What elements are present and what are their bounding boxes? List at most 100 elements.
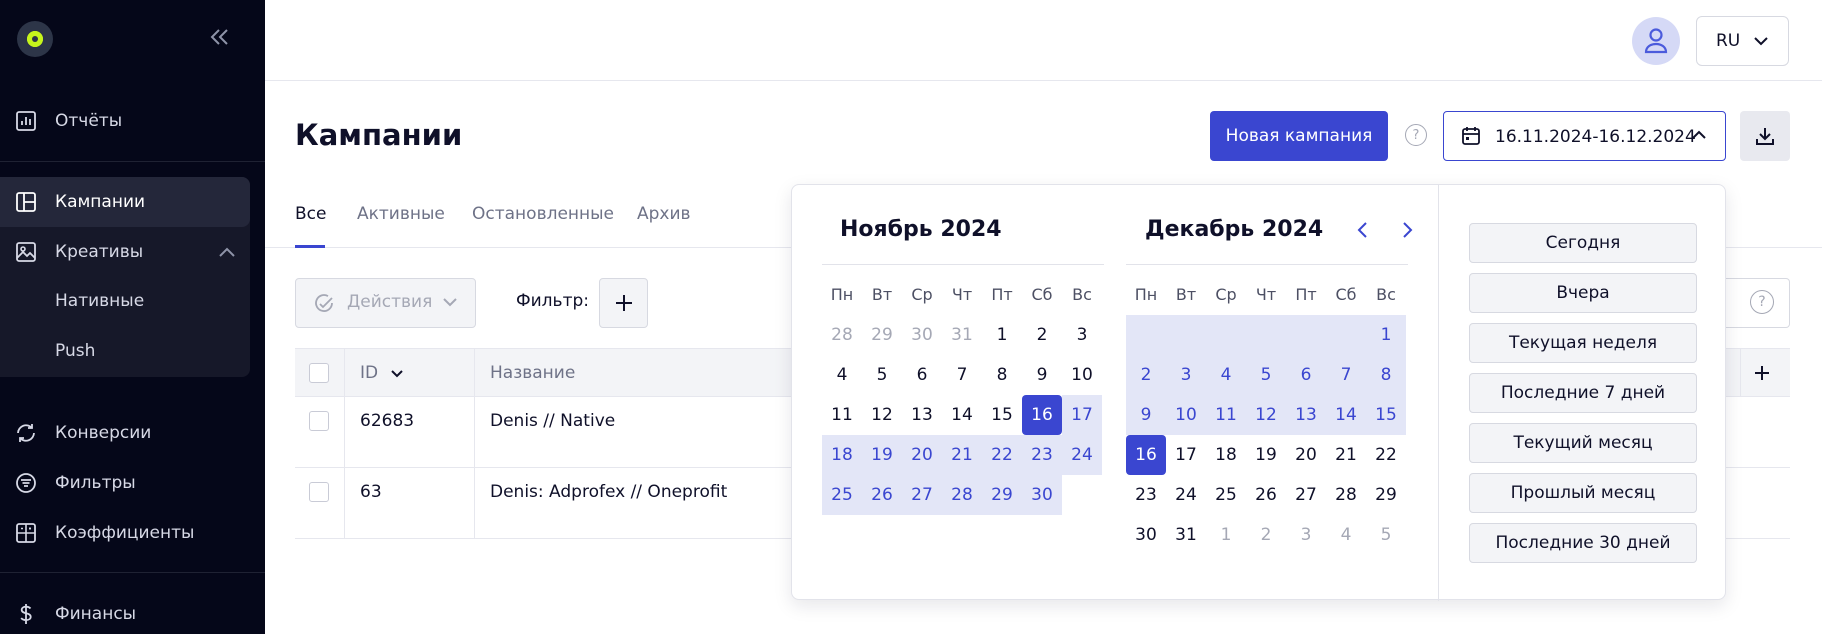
cell-name[interactable]: Denis: Adprofex // Oneprofit xyxy=(490,482,727,502)
preset-button[interactable]: Сегодня xyxy=(1469,223,1697,263)
calendar-day[interactable]: 18 xyxy=(822,435,862,475)
preset-button[interactable]: Текущая неделя xyxy=(1469,323,1697,363)
chevron-right-icon[interactable] xyxy=(1397,220,1417,240)
calendar-day[interactable]: 4 xyxy=(1206,355,1246,395)
calendar-day[interactable]: 5 xyxy=(862,355,902,395)
column-id[interactable]: ID xyxy=(360,363,378,383)
calendar-day[interactable]: 13 xyxy=(902,395,942,435)
column-name[interactable]: Название xyxy=(490,363,575,383)
preset-button[interactable]: Текущий месяц xyxy=(1469,423,1697,463)
calendar-day[interactable]: 3 xyxy=(1062,315,1102,355)
download-button[interactable] xyxy=(1740,111,1790,161)
tab-archive[interactable]: Архив xyxy=(637,204,691,224)
calendar-day[interactable]: 22 xyxy=(982,435,1022,475)
sidebar-item-filters[interactable]: Фильтры xyxy=(0,458,265,508)
calendar-day[interactable]: 19 xyxy=(1246,435,1286,475)
calendar-day[interactable]: 24 xyxy=(1062,435,1102,475)
calendar-day[interactable]: 25 xyxy=(822,475,862,515)
date-range-picker[interactable]: 16.11.2024-16.12.2024 xyxy=(1443,111,1726,161)
calendar-day[interactable]: 20 xyxy=(1286,435,1326,475)
calendar-day[interactable]: 4 xyxy=(1326,515,1366,555)
calendar-day[interactable]: 7 xyxy=(1326,355,1366,395)
calendar-day[interactable]: 23 xyxy=(1126,475,1166,515)
calendar-day[interactable]: 11 xyxy=(822,395,862,435)
calendar-day[interactable]: 2 xyxy=(1126,355,1166,395)
calendar-day[interactable]: 21 xyxy=(1326,435,1366,475)
calendar-day[interactable]: 17 xyxy=(1062,395,1102,435)
sidebar-item-coefficients[interactable]: Коэффициенты xyxy=(0,508,265,558)
preset-button[interactable]: Прошлый месяц xyxy=(1469,473,1697,513)
calendar-day[interactable]: 23 xyxy=(1022,435,1062,475)
calendar-day[interactable]: 31 xyxy=(1166,515,1206,555)
calendar-day[interactable]: 31 xyxy=(942,315,982,355)
sort-down-icon[interactable] xyxy=(390,369,404,379)
calendar-day[interactable]: 30 xyxy=(1022,475,1062,515)
calendar-day[interactable]: 29 xyxy=(1366,475,1406,515)
calendar-day[interactable]: 14 xyxy=(1326,395,1366,435)
calendar-day[interactable]: 25 xyxy=(1206,475,1246,515)
calendar-day[interactable]: 5 xyxy=(1366,515,1406,555)
calendar-day[interactable]: 4 xyxy=(822,355,862,395)
calendar-day[interactable]: 6 xyxy=(902,355,942,395)
calendar-day[interactable]: 28 xyxy=(942,475,982,515)
calendar-day[interactable]: 26 xyxy=(862,475,902,515)
help-icon[interactable]: ? xyxy=(1750,290,1774,314)
calendar-day[interactable]: 8 xyxy=(982,355,1022,395)
cell-name[interactable]: Denis // Native xyxy=(490,411,615,431)
select-all-checkbox[interactable] xyxy=(309,363,329,383)
calendar-day[interactable]: 29 xyxy=(862,315,902,355)
calendar-day[interactable]: 28 xyxy=(1326,475,1366,515)
sidebar-item-creatives[interactable]: Креативы xyxy=(0,227,250,277)
calendar-day[interactable]: 20 xyxy=(902,435,942,475)
row-checkbox[interactable] xyxy=(309,411,329,431)
calendar-day[interactable]: 3 xyxy=(1286,515,1326,555)
calendar-day[interactable]: 19 xyxy=(862,435,902,475)
calendar-day[interactable]: 1 xyxy=(1206,515,1246,555)
logo[interactable] xyxy=(17,21,53,57)
calendar-day[interactable]: 18 xyxy=(1206,435,1246,475)
calendar-day[interactable]: 15 xyxy=(1366,395,1406,435)
preset-button[interactable]: Последние 7 дней xyxy=(1469,373,1697,413)
calendar-day[interactable]: 10 xyxy=(1166,395,1206,435)
preset-button[interactable]: Последние 30 дней xyxy=(1469,523,1697,563)
calendar-day[interactable]: 7 xyxy=(942,355,982,395)
calendar-day[interactable]: 9 xyxy=(1126,395,1166,435)
avatar[interactable] xyxy=(1632,17,1680,65)
sidebar-item-conversions[interactable]: Конверсии xyxy=(0,408,265,458)
calendar-day[interactable]: 26 xyxy=(1246,475,1286,515)
language-select[interactable]: RU xyxy=(1696,16,1789,66)
calendar-day[interactable]: 14 xyxy=(942,395,982,435)
chevron-up-icon[interactable] xyxy=(218,245,236,259)
add-filter-button[interactable] xyxy=(599,278,648,328)
sidebar-item-reports[interactable]: Отчёты xyxy=(0,96,265,146)
new-campaign-button[interactable]: Новая кампания xyxy=(1210,111,1388,161)
double-chevron-left-icon[interactable] xyxy=(208,28,236,52)
calendar-day[interactable]: 30 xyxy=(902,315,942,355)
tab-active[interactable]: Активные xyxy=(357,204,445,224)
calendar-day[interactable]: 2 xyxy=(1022,315,1062,355)
calendar-day[interactable]: 12 xyxy=(862,395,902,435)
calendar-day[interactable]: 11 xyxy=(1206,395,1246,435)
row-checkbox[interactable] xyxy=(309,482,329,502)
calendar-day[interactable]: 17 xyxy=(1166,435,1206,475)
calendar-day[interactable]: 22 xyxy=(1366,435,1406,475)
actions-dropdown[interactable]: Действия xyxy=(295,278,476,328)
sidebar-item-campaigns[interactable]: Кампании xyxy=(0,177,250,227)
calendar-day[interactable]: 13 xyxy=(1286,395,1326,435)
sidebar-item-native[interactable]: Нативные xyxy=(55,291,144,311)
calendar-day[interactable]: 12 xyxy=(1246,395,1286,435)
calendar-day[interactable]: 24 xyxy=(1166,475,1206,515)
sidebar-item-finance[interactable]: Финансы xyxy=(0,589,265,634)
calendar-day[interactable]: 10 xyxy=(1062,355,1102,395)
calendar-day[interactable]: 27 xyxy=(1286,475,1326,515)
calendar-day[interactable]: 28 xyxy=(822,315,862,355)
calendar-day[interactable]: 9 xyxy=(1022,355,1062,395)
plus-icon[interactable] xyxy=(1750,361,1774,385)
calendar-day[interactable]: 16 xyxy=(1126,435,1166,475)
calendar-day[interactable]: 15 xyxy=(982,395,1022,435)
tab-stopped[interactable]: Остановленные xyxy=(472,204,614,224)
calendar-day[interactable]: 3 xyxy=(1166,355,1206,395)
tab-all[interactable]: Все xyxy=(295,204,326,224)
sidebar-item-push[interactable]: Push xyxy=(55,341,95,361)
calendar-day[interactable]: 1 xyxy=(982,315,1022,355)
